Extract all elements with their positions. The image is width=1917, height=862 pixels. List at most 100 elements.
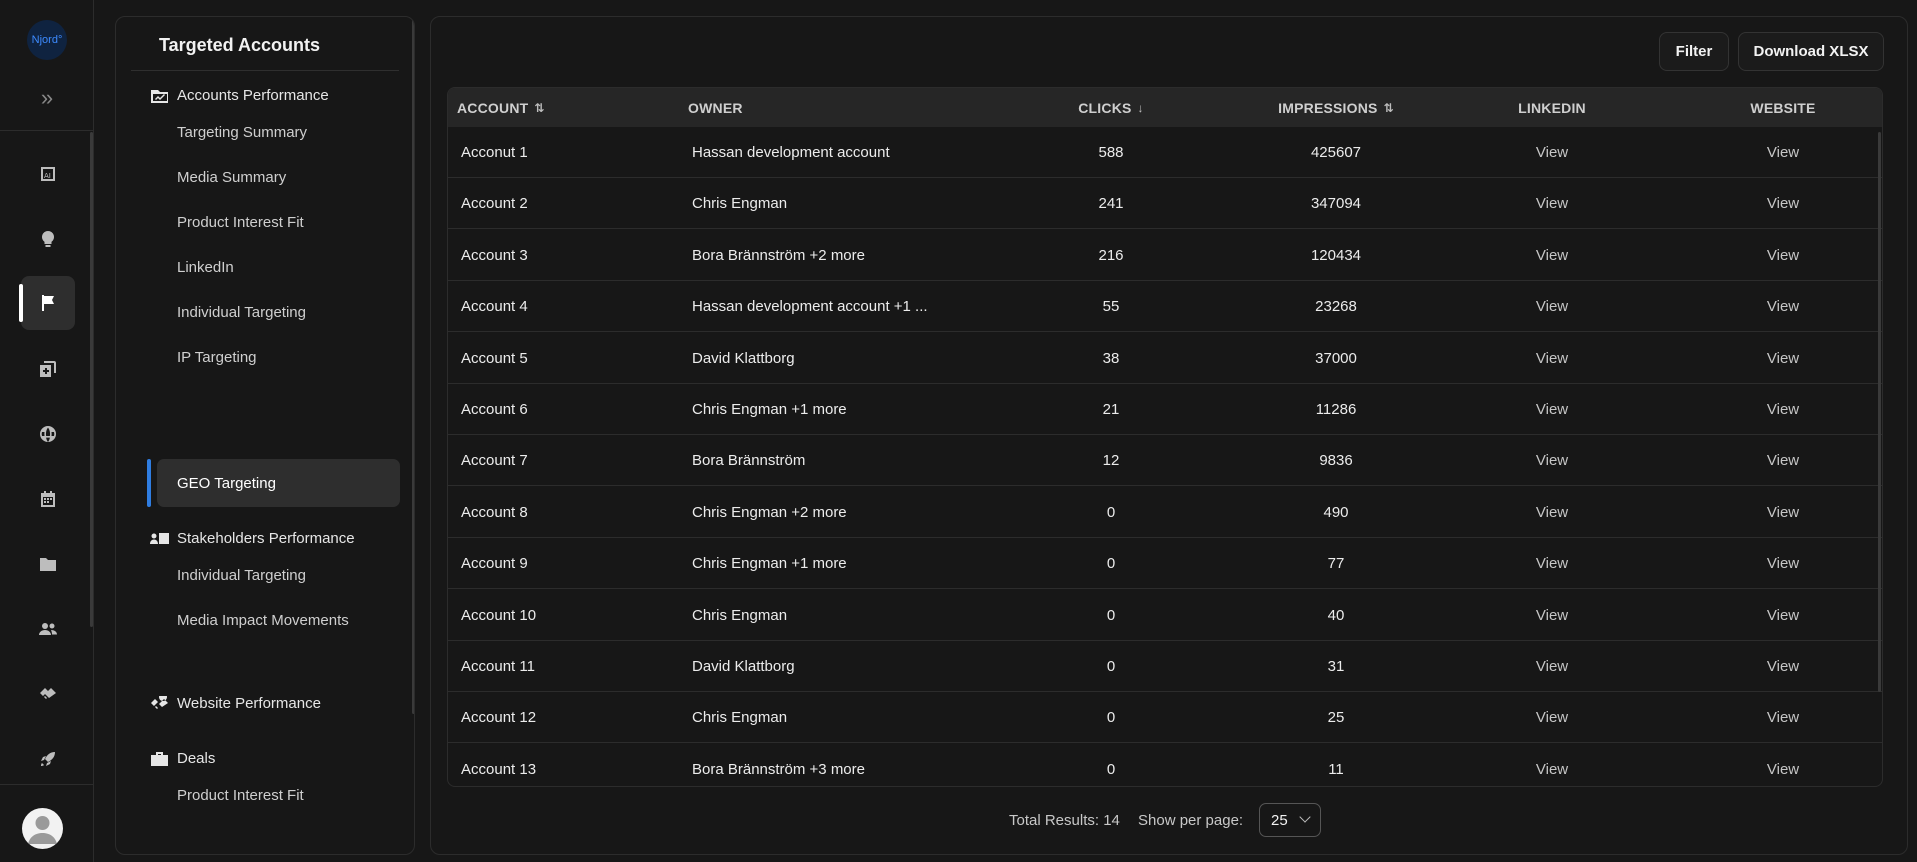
linkedin-view-link[interactable]: View (1452, 487, 1652, 538)
nav-item-geo-targeting[interactable]: GEO Targeting (147, 459, 400, 507)
nav-item-individual-targeting[interactable]: Individual Targeting (157, 288, 400, 336)
cell-owner: Bora Brännström +2 more (692, 246, 865, 264)
table-row[interactable]: Account 4 Hassan development account +1 .… (448, 281, 1882, 333)
linkedin-view-link[interactable]: View (1452, 333, 1652, 384)
nav-item-product-interest-fit-2[interactable]: Product Interest Fit (157, 771, 400, 819)
cell-clicks: 0 (1106, 503, 1116, 521)
table-row[interactable]: Account 12 Chris Engman 0 25 View View (448, 692, 1882, 744)
cell-impressions: 11 (1328, 760, 1344, 778)
linkedin-view-link[interactable]: View (1452, 538, 1652, 589)
column-header-impressions[interactable]: IMPRESSIONS ⇅ (1236, 88, 1436, 127)
nav-group-website-performance[interactable]: Website Performance (150, 695, 321, 712)
main-panel: Filter Download XLSX ACCOUNT ⇅ OWNER CLI… (430, 16, 1908, 855)
table-row[interactable]: Account 5 David Klattborg 38 37000 View View (448, 333, 1882, 384)
calendar-icon[interactable] (21, 472, 75, 526)
cell-owner: Hassan development account (692, 144, 890, 161)
per-page-label: Show per page: (1138, 811, 1244, 829)
linkedin-view-link[interactable]: View (1452, 281, 1652, 332)
nav-item-media-summary[interactable]: Media Summary (157, 153, 400, 201)
website-view-link[interactable]: View (1683, 127, 1882, 178)
table-row[interactable]: Account 9 Chris Engman +1 more 0 77 View View (448, 538, 1882, 590)
website-view-link[interactable]: View (1683, 641, 1882, 692)
cell-owner: Bora Brännström (692, 452, 806, 470)
nav-item-ip-targeting[interactable]: IP Targeting (157, 333, 400, 381)
table-row[interactable]: Account 11 David Klattborg 0 31 View View (448, 641, 1882, 692)
website-view-link[interactable]: View (1683, 384, 1882, 435)
column-header-owner[interactable]: OWNER (688, 88, 743, 127)
rail-scrollbar[interactable] (90, 132, 93, 627)
linkedin-view-link[interactable]: View (1452, 178, 1652, 229)
brand-logo[interactable]: Njord° (27, 20, 67, 60)
table-row[interactable]: Account 2 Chris Engman 241 347094 View View (448, 178, 1882, 230)
cell-impressions: 77 (1327, 555, 1345, 573)
cell-owner: Chris Engman (692, 195, 788, 213)
website-view-link[interactable]: View (1683, 178, 1882, 229)
table-row[interactable]: Account 8 Chris Engman +2 more 0 490 View Vie… (448, 487, 1882, 538)
lightbulb-icon[interactable] (21, 212, 75, 266)
nav-group-stakeholders-performance[interactable]: Stakeholders Performance (150, 530, 355, 547)
rail-divider-bottom (0, 784, 94, 785)
table-row[interactable]: Account 6 Chris Engman +1 more 21 11286 View… (448, 384, 1882, 435)
user-avatar[interactable] (22, 808, 63, 849)
linkedin-view-link[interactable]: View (1452, 435, 1652, 486)
cell-impressions: 425607 (1310, 144, 1362, 161)
cell-account: Account 2 (461, 195, 528, 213)
linkedin-view-link[interactable]: View (1452, 127, 1652, 178)
folder-icon[interactable] (21, 537, 75, 591)
accounts-performance-icon (151, 89, 168, 103)
cell-owner: Chris Engman +1 more (692, 555, 847, 573)
nav-item-media-impact-movements[interactable]: Media Impact Movements (157, 596, 400, 644)
cell-owner: Chris Engman (692, 709, 788, 727)
table-row[interactable]: Account 10 Chris Engman 0 40 View View (448, 590, 1882, 641)
nav-group-accounts-performance[interactable]: Accounts Performance (150, 87, 329, 104)
nav-group-label: Website Performance (177, 695, 321, 712)
linkedin-view-link[interactable]: View (1452, 744, 1652, 786)
download-xlsx-button[interactable]: Download XLSX (1738, 32, 1884, 71)
nav-group-deals[interactable]: Deals (150, 750, 215, 767)
linkedin-view-link[interactable]: View (1452, 692, 1652, 743)
nav-item-individual-targeting-2[interactable]: Individual Targeting (157, 551, 400, 599)
website-view-link[interactable]: View (1683, 744, 1882, 786)
per-page-select[interactable]: 25 (1259, 803, 1321, 837)
add-copy-icon[interactable] (21, 342, 75, 396)
website-view-link[interactable]: View (1683, 230, 1882, 281)
table-row[interactable]: Acconut 1 Hassan development account 588 42… (448, 127, 1882, 178)
table-scrollbar[interactable] (1878, 132, 1881, 692)
website-view-link[interactable]: View (1683, 487, 1882, 538)
website-view-link[interactable]: View (1683, 692, 1882, 743)
table-row[interactable]: Account 3 Bora Brännström +2 more 216 12043… (448, 230, 1882, 281)
column-header-account[interactable]: ACCOUNT ⇅ (457, 88, 545, 127)
column-header-label: OWNER (688, 99, 743, 116)
linkedin-view-link[interactable]: View (1452, 590, 1652, 641)
column-header-clicks[interactable]: CLICKS ↓ (1036, 88, 1186, 127)
handshake-icon[interactable] (21, 667, 75, 721)
cell-account: Account 7 (461, 452, 528, 470)
cell-clicks: 21 (1102, 401, 1120, 418)
cell-clicks: 0 (1106, 658, 1116, 675)
flag-icon[interactable] (19, 276, 75, 330)
nav-item-linkedin[interactable]: LinkedIn (157, 243, 400, 291)
nav-item-product-interest-fit[interactable]: Product Interest Fit (157, 198, 400, 246)
filter-button[interactable]: Filter (1659, 32, 1729, 71)
cell-impressions: 11286 (1315, 401, 1357, 418)
rocket-icon[interactable] (21, 732, 75, 786)
ai-report-icon[interactable]: AI (21, 147, 75, 201)
globe-icon[interactable] (21, 407, 75, 461)
linkedin-view-link[interactable]: View (1452, 230, 1652, 281)
table-row[interactable]: Account 13 Bora Brännström +3 more 0 11 View… (448, 744, 1882, 786)
linkedin-view-link[interactable]: View (1452, 384, 1652, 435)
subnav-title: Targeted Accounts (159, 35, 321, 55)
table-row[interactable]: Account 7 Bora Brännström 12 9836 View View (448, 435, 1882, 487)
column-header-label: CLICKS (1078, 99, 1132, 116)
nav-item-targeting-summary[interactable]: Targeting Summary (157, 108, 400, 156)
subnav-scrollbar[interactable] (412, 17, 414, 714)
expand-sidebar-icon[interactable]: » (35, 85, 59, 110)
users-icon[interactable] (21, 602, 75, 656)
website-view-link[interactable]: View (1683, 538, 1882, 589)
website-view-link[interactable]: View (1683, 333, 1882, 384)
website-view-link[interactable]: View (1683, 590, 1882, 641)
linkedin-view-link[interactable]: View (1452, 641, 1652, 692)
per-page-value: 25 (1271, 811, 1288, 829)
website-view-link[interactable]: View (1683, 435, 1882, 486)
website-view-link[interactable]: View (1683, 281, 1882, 332)
